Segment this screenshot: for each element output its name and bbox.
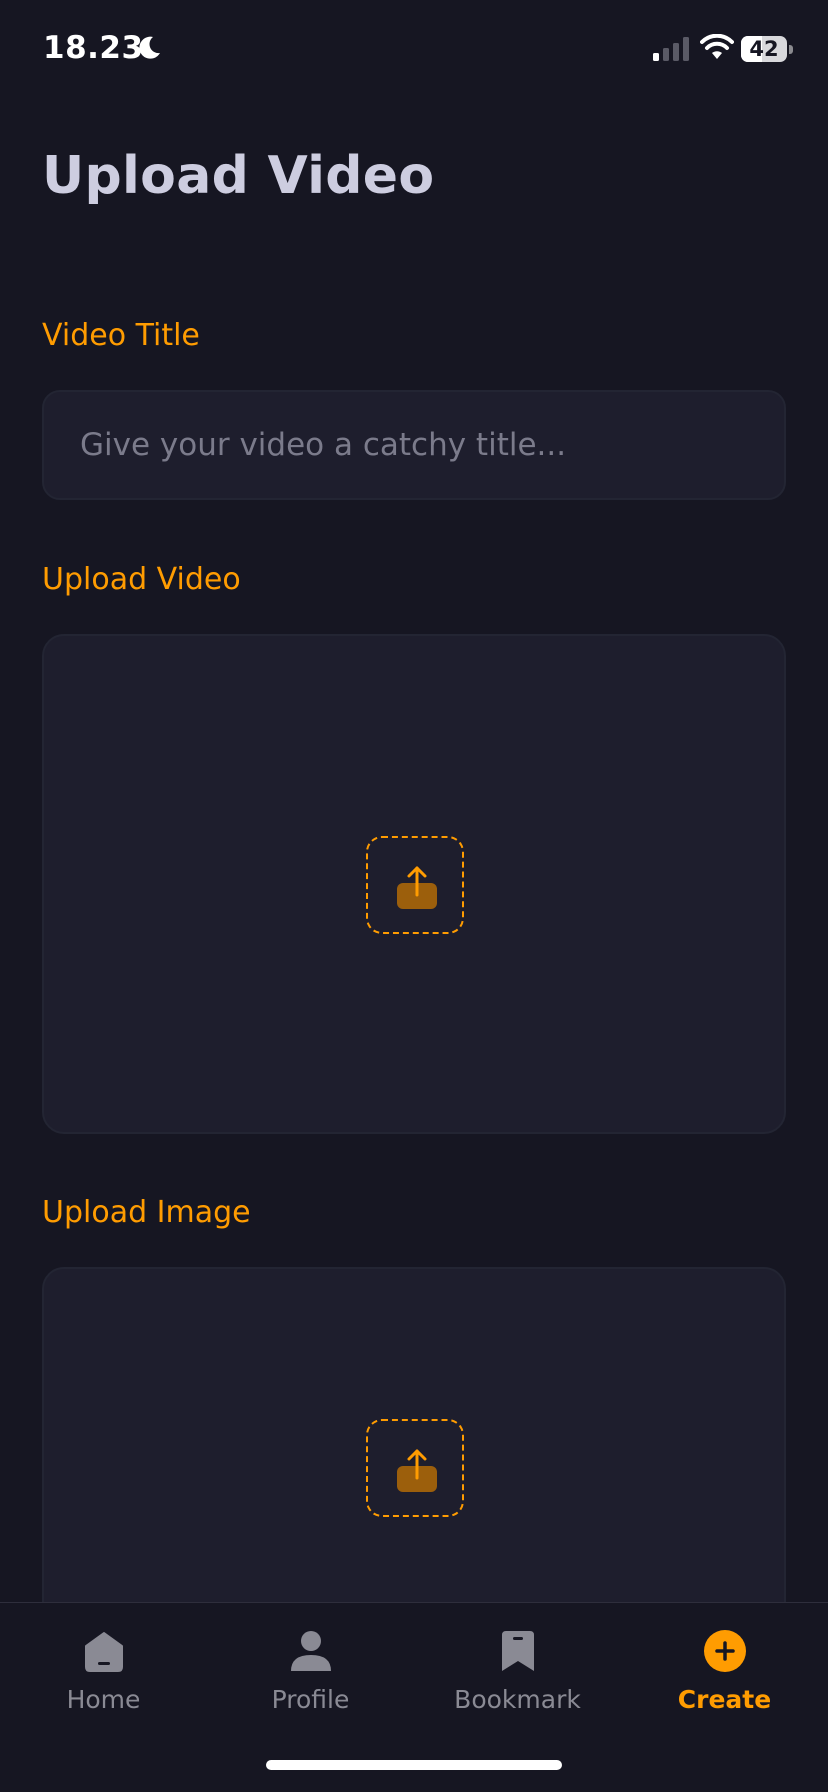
video-title-field[interactable] xyxy=(42,390,786,500)
upload-image-label: Upload Image xyxy=(42,1195,251,1230)
plus-circle-icon xyxy=(704,1630,746,1672)
video-title-input[interactable] xyxy=(44,392,784,498)
battery-level: 42 xyxy=(749,37,779,61)
tab-home[interactable]: Home xyxy=(0,1603,207,1753)
upload-video-screen: 18.23 42 Upload Video Video Title Upload… xyxy=(0,0,828,1792)
tab-bookmark[interactable]: Bookmark xyxy=(414,1603,621,1753)
upload-video-button[interactable] xyxy=(366,836,464,934)
tab-label-create: Create xyxy=(677,1685,772,1714)
upload-video-dropzone[interactable] xyxy=(42,634,786,1134)
status-bar: 18.23 42 xyxy=(0,0,828,100)
home-icon xyxy=(85,1632,123,1672)
wifi-icon xyxy=(700,34,734,59)
bookmark-icon xyxy=(502,1631,534,1671)
upload-icon xyxy=(397,1449,437,1492)
tab-label-profile: Profile xyxy=(271,1685,350,1714)
page-title: Upload Video xyxy=(42,146,435,206)
battery-cap xyxy=(789,45,793,54)
moon-icon xyxy=(139,36,160,59)
home-indicator[interactable] xyxy=(266,1760,562,1770)
upload-image-button[interactable] xyxy=(366,1419,464,1517)
status-time: 18.23 xyxy=(43,30,144,66)
tab-create[interactable]: Create xyxy=(621,1603,828,1753)
tab-label-bookmark: Bookmark xyxy=(454,1685,581,1714)
upload-icon xyxy=(397,866,437,909)
video-title-label: Video Title xyxy=(42,318,200,353)
battery-icon: 42 xyxy=(741,36,793,62)
upload-video-label: Upload Video xyxy=(42,562,241,597)
cellular-signal-icon xyxy=(653,37,689,61)
profile-icon xyxy=(291,1631,331,1671)
tab-profile[interactable]: Profile xyxy=(207,1603,414,1753)
tab-label-home: Home xyxy=(66,1685,141,1714)
